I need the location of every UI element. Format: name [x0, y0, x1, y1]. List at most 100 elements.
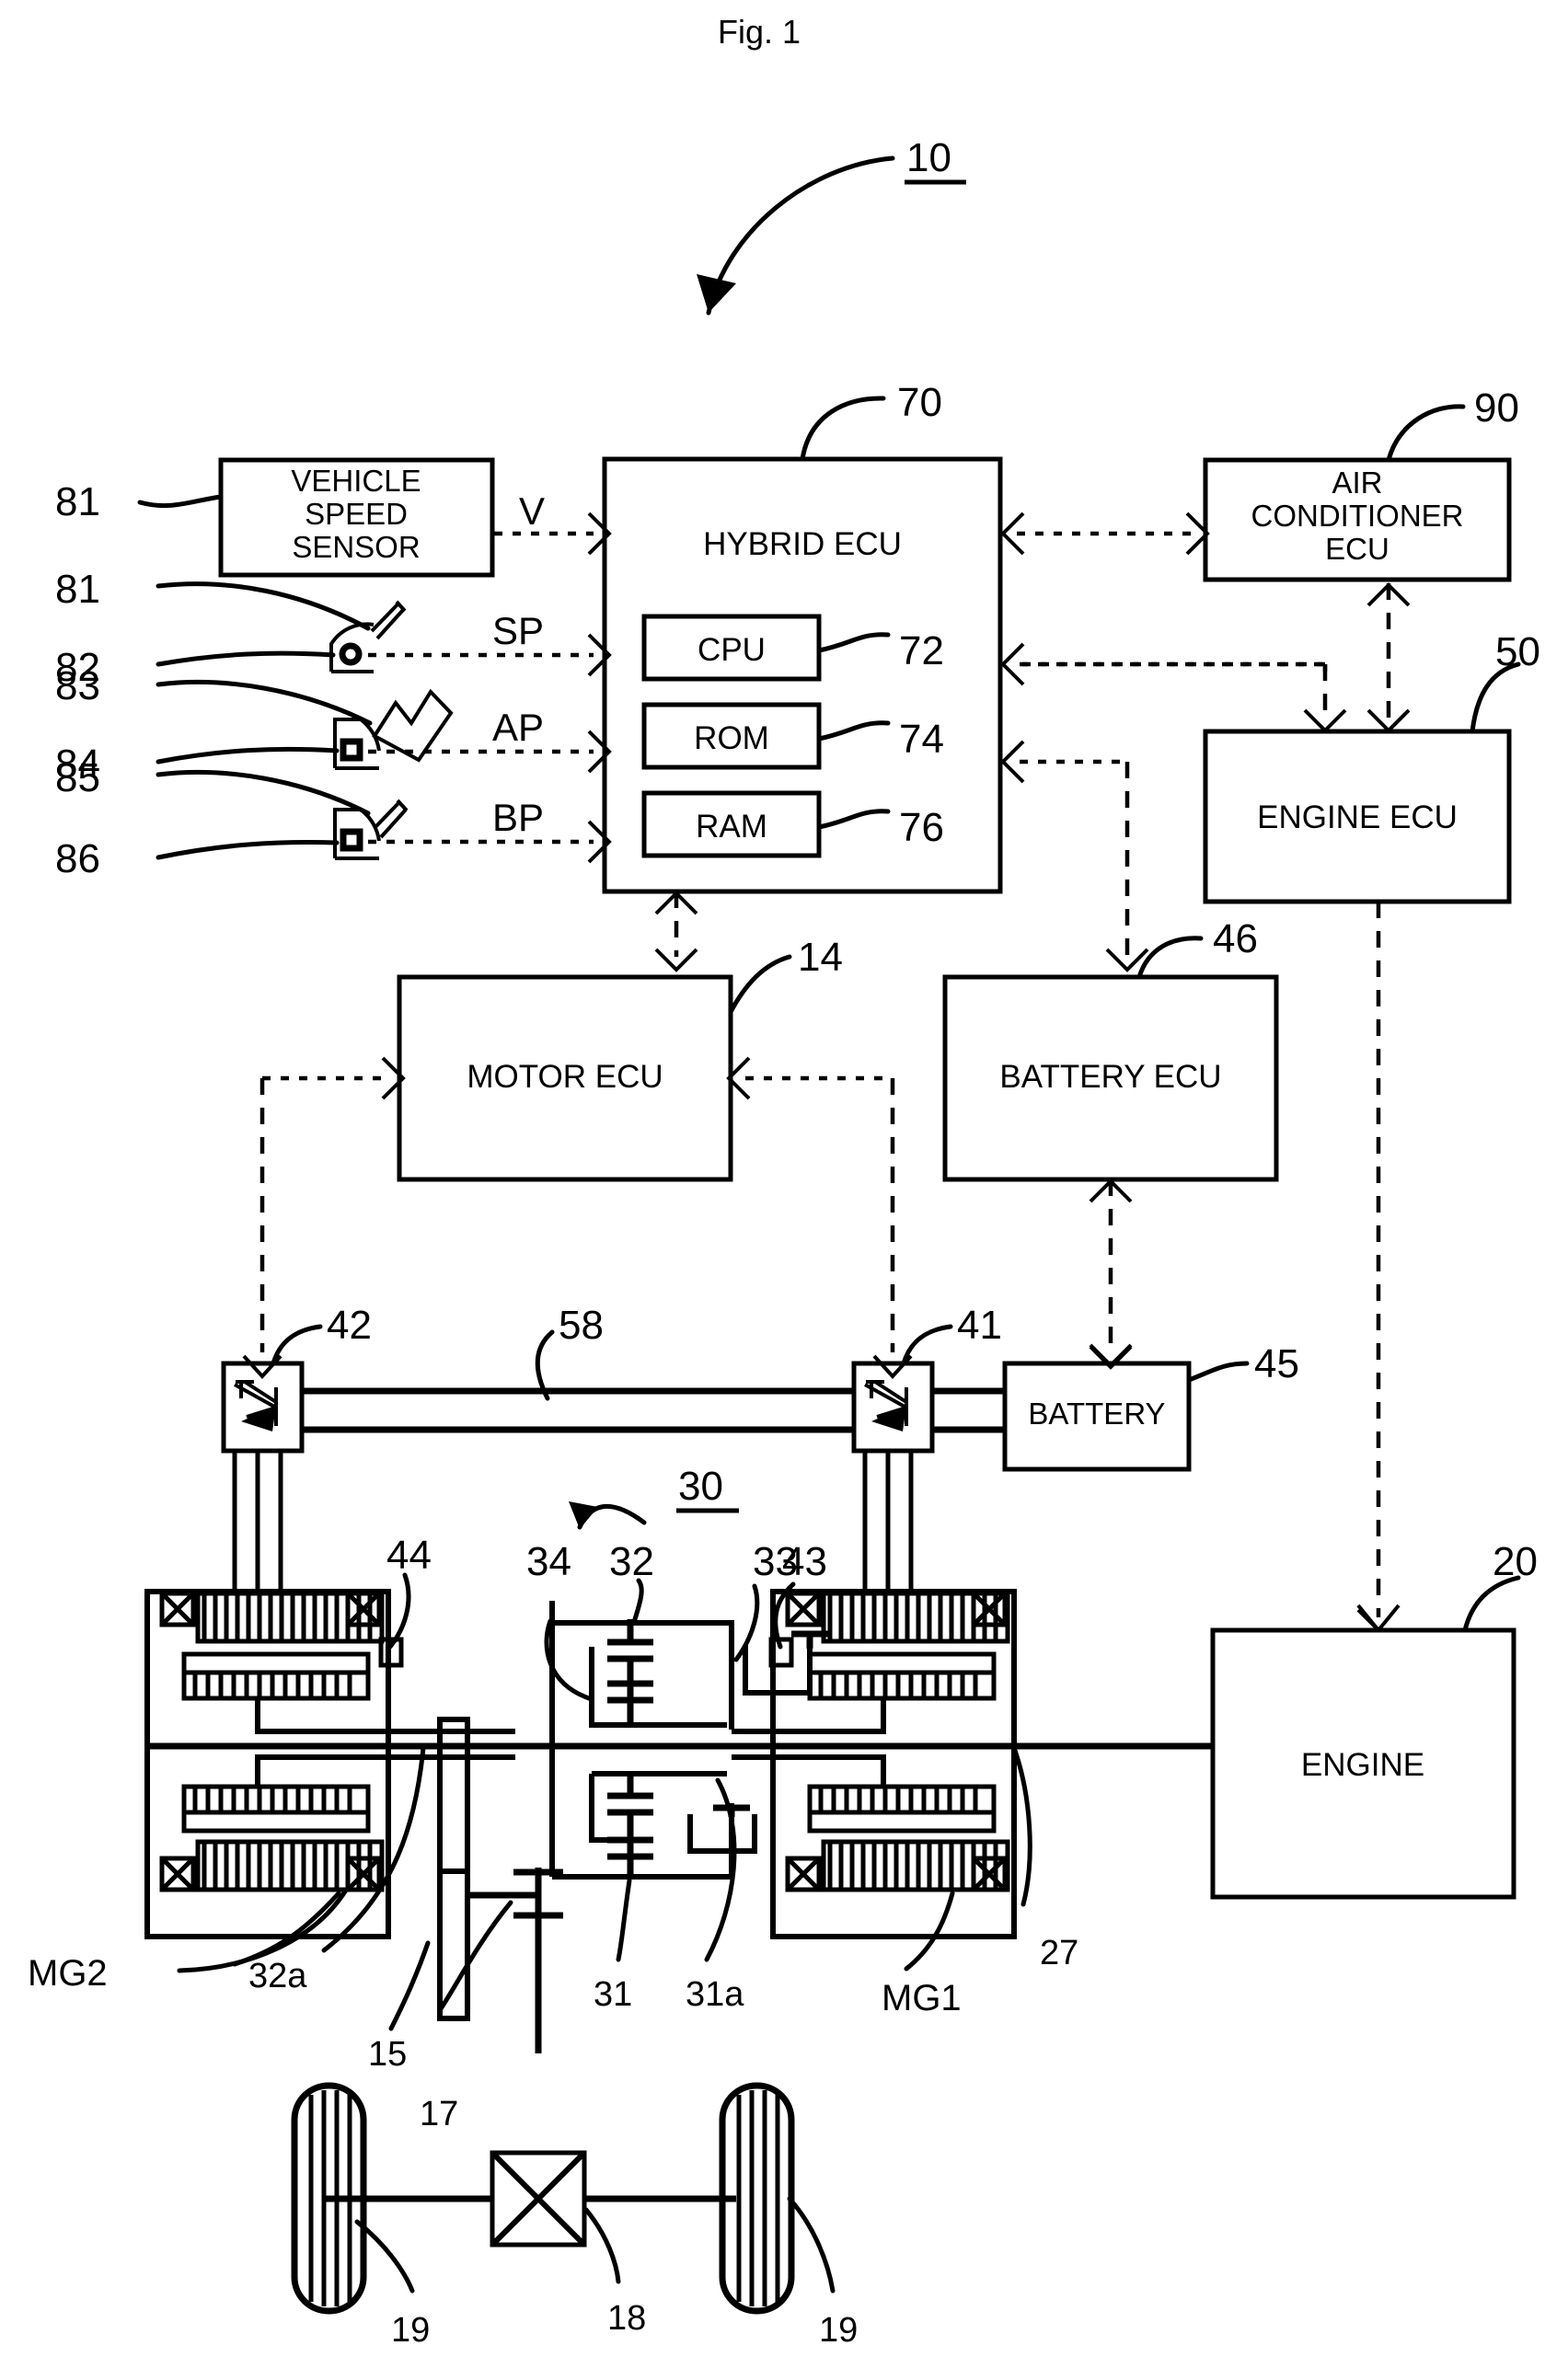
ram-label: RAM	[696, 809, 767, 845]
ref-46: 46	[1213, 916, 1258, 961]
ref-20-leader	[1462, 1575, 1521, 1633]
mg1-rotor-lower	[807, 1784, 997, 1834]
ref-32a-leader	[232, 1891, 341, 1967]
ref-45: 45	[1254, 1341, 1299, 1386]
mg1-rotor-connection-lower	[732, 1754, 886, 1787]
ref-45-leader	[1186, 1361, 1250, 1383]
reduction-gear-lower	[437, 1868, 470, 2021]
ref-88: 81	[55, 479, 100, 524]
engine-label: ENGINE	[1301, 1747, 1424, 1783]
ref-31a: 31a	[686, 1975, 744, 2014]
ref-82-leader	[156, 650, 336, 667]
ref-27: 27	[1040, 1934, 1078, 1972]
motor-ecu-label: MOTOR ECU	[467, 1059, 663, 1095]
ref-18: 18	[607, 2299, 646, 2338]
ref-31-leader	[616, 1878, 632, 1962]
ref-32: 32	[609, 1539, 654, 1584]
mg1-rotor-connection-upper	[732, 1698, 886, 1734]
system-ref-leader	[706, 155, 895, 316]
ref-70-leader	[800, 396, 886, 462]
ref-19-right: 19	[819, 2311, 858, 2350]
mg2-rotor-lower	[181, 1784, 371, 1834]
ref-31: 31	[594, 1975, 632, 2014]
ref-81: 81	[55, 567, 100, 612]
engine-ecu-down-arrow-1	[1303, 708, 1347, 733]
ref-76: 76	[899, 805, 944, 850]
ref-17-leader	[437, 1900, 513, 2013]
vss-line-2: SPEED	[305, 497, 408, 531]
signal-ap-label: AP	[492, 706, 544, 749]
sun-shaft-lower	[589, 1774, 630, 1843]
mg1-label-leader	[904, 1891, 955, 1972]
ref-81-leader	[156, 581, 371, 631]
ref-19-right-leader	[787, 2196, 836, 2294]
carrier-top	[549, 1601, 734, 1656]
final-drive-shaft	[467, 1891, 542, 2053]
cpu-label: CPU	[698, 632, 766, 668]
rom-label: ROM	[694, 720, 769, 756]
ring-gear-upper-teeth	[607, 1619, 653, 1682]
mg1-rotor-upper	[807, 1651, 997, 1701]
ref-72: 72	[899, 628, 944, 673]
ref-32a: 32a	[248, 1957, 307, 1995]
brake-pedal-icon	[333, 799, 409, 860]
ref-85-leader	[156, 769, 371, 816]
signal-v-label: V	[519, 489, 545, 533]
ref-30: 30	[678, 1464, 723, 1509]
system-ref-arrowhead	[697, 274, 736, 313]
ref-74: 74	[899, 717, 944, 762]
mg1-label: MG1	[882, 1978, 962, 2018]
hybrid-ecu-label: HYBRID ECU	[703, 526, 902, 562]
shift-lever-sensor-icon	[329, 600, 407, 673]
ref-58: 58	[559, 1303, 604, 1348]
ref-20: 20	[1493, 1539, 1538, 1584]
pinion-bracket-lower	[687, 1814, 757, 1854]
ref-34: 34	[526, 1539, 571, 1584]
ref-70: 70	[897, 380, 942, 425]
ref-50: 50	[1495, 629, 1540, 674]
engine-ecu-label: ENGINE ECU	[1257, 799, 1458, 835]
mg2-label: MG2	[28, 1953, 108, 1994]
ref-14: 14	[798, 935, 843, 980]
ref-43: 43	[782, 1539, 827, 1584]
ac-ecu-line-3: ECU	[1325, 532, 1389, 566]
ac-ecu-line-2: CONDITIONER	[1251, 499, 1464, 533]
ref-14-leader	[728, 954, 792, 1015]
sun-gear-upper-teeth	[607, 1680, 653, 1725]
figure-title: Fig. 1	[718, 13, 801, 51]
ref-83-leader	[156, 679, 373, 726]
ref-85: 85	[55, 755, 100, 800]
ref-15-leader	[388, 1940, 431, 2031]
ref-83: 83	[55, 663, 100, 708]
ref-18-leader	[583, 2207, 621, 2284]
ref-88-leader	[137, 494, 224, 509]
pinion-bracket	[743, 1645, 813, 1696]
ring-gear-lower-teeth	[607, 1774, 653, 1816]
ref-44: 44	[386, 1533, 432, 1578]
reduction-gear-upper	[437, 1717, 470, 1874]
patent-figure-1: Fig. 1 10 VEHICLE SPEED SENSOR 81 HYBRID…	[0, 0, 1568, 2380]
signal-sp-label: SP	[492, 609, 544, 652]
ac-ecu-line-1: AIR	[1332, 466, 1382, 500]
sun-gear-lower-teeth	[607, 1812, 653, 1877]
vss-line-1: VEHICLE	[291, 464, 421, 498]
ref-19-left: 19	[391, 2311, 430, 2350]
mg2-rotor-upper	[181, 1651, 371, 1701]
ref-46-leader	[1136, 936, 1204, 980]
ref-84-leader	[156, 746, 340, 765]
ref-15: 15	[368, 2035, 407, 2074]
ref-17: 17	[420, 2095, 458, 2133]
ref-90: 90	[1474, 385, 1519, 431]
ref-41: 41	[957, 1303, 1002, 1348]
battery-ecu-label: BATTERY ECU	[999, 1059, 1221, 1095]
signal-bp-label: BP	[492, 796, 544, 839]
ref-32-leader	[632, 1578, 644, 1622]
ref-86: 86	[55, 836, 100, 881]
accelerator-pedal-icon	[333, 688, 454, 770]
ref-44-leader	[387, 1572, 411, 1650]
ref-90-leader	[1386, 404, 1466, 463]
battery-label: BATTERY	[1028, 1397, 1165, 1431]
ref-42: 42	[327, 1303, 372, 1348]
ref-86-leader	[156, 840, 340, 860]
ref-10: 10	[906, 135, 951, 180]
